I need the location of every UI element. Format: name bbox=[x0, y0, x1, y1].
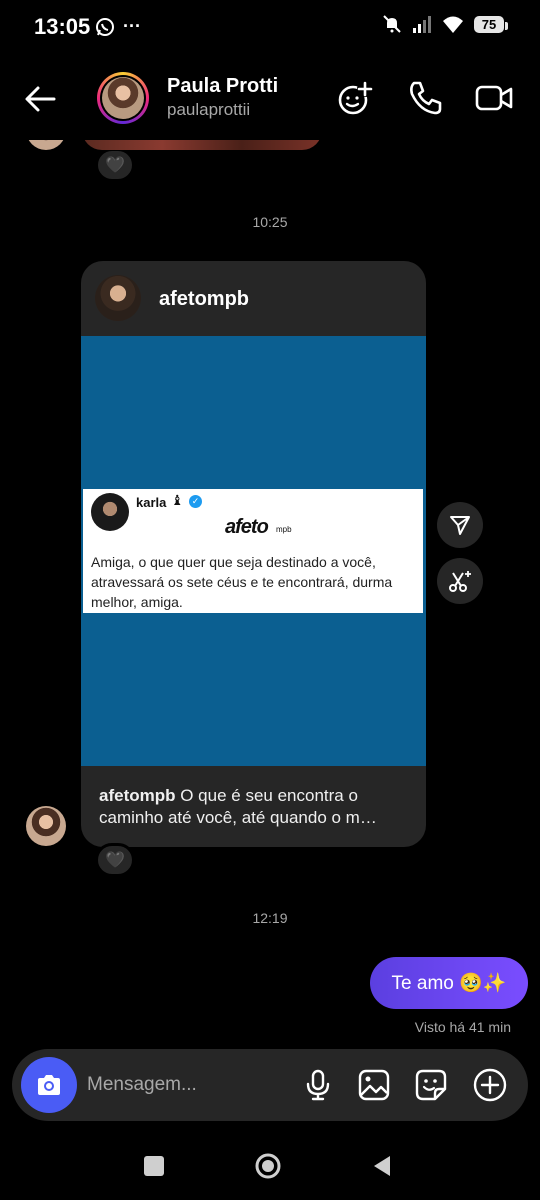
post-author-avatar[interactable] bbox=[95, 275, 141, 321]
message-composer bbox=[12, 1049, 528, 1121]
timestamp: 10:25 bbox=[252, 214, 288, 230]
chat-header: Paula Protti paulaprottii bbox=[0, 56, 540, 140]
sender-avatar[interactable] bbox=[26, 806, 66, 846]
sticker-icon[interactable] bbox=[413, 1067, 449, 1103]
camera-icon bbox=[38, 1075, 60, 1095]
black-heart-icon: 🖤 bbox=[105, 157, 125, 174]
gallery-icon[interactable] bbox=[356, 1067, 392, 1103]
sent-message-text: Te amo 🥹✨ bbox=[391, 973, 507, 994]
phone-icon[interactable] bbox=[405, 78, 445, 118]
camera-button[interactable] bbox=[21, 1057, 77, 1113]
scissors-sparkle-icon bbox=[449, 571, 471, 592]
mute-icon bbox=[383, 15, 401, 33]
contact-name[interactable]: Paula Protti bbox=[167, 75, 278, 98]
plus-circle-icon[interactable] bbox=[472, 1067, 508, 1103]
post-image[interactable]: karla ♝ ✓ afeto mpb Amiga, o que quer qu… bbox=[81, 336, 426, 766]
tweet-screenshot: karla ♝ ✓ afeto mpb Amiga, o que quer qu… bbox=[83, 489, 423, 613]
verified-badge-icon: ✓ bbox=[189, 495, 202, 508]
status-system-icons: 75 bbox=[382, 14, 508, 34]
send-icon bbox=[450, 516, 470, 535]
afeto-logo: afeto bbox=[225, 516, 269, 538]
video-call-icon[interactable] bbox=[474, 78, 514, 118]
status-notifications: ··· bbox=[95, 16, 141, 37]
tweet-author-name: karla bbox=[136, 495, 167, 510]
timestamp: 12:19 bbox=[252, 910, 288, 926]
whatsapp-icon bbox=[96, 17, 114, 36]
group-add-icon[interactable] bbox=[336, 78, 376, 118]
black-heart-icon: 🖤 bbox=[105, 852, 125, 869]
microphone-icon[interactable] bbox=[300, 1067, 336, 1103]
shared-post-card[interactable]: afetompb karla ♝ ✓ afeto mpb Amiga, o qu… bbox=[81, 261, 426, 847]
remix-button[interactable] bbox=[437, 558, 483, 604]
status-time: 13:05 bbox=[34, 14, 91, 39]
back-nav-icon[interactable] bbox=[370, 1154, 394, 1178]
contact-avatar[interactable] bbox=[97, 72, 149, 124]
caption-author: afetompb bbox=[99, 786, 176, 805]
post-caption[interactable]: afetompb O que é seu encontra o caminho … bbox=[99, 785, 411, 829]
system-navigation-bar bbox=[0, 1136, 540, 1200]
afeto-logo-sub: mpb bbox=[276, 525, 292, 534]
tweet-text: Amiga, o que quer que seja destinado a v… bbox=[91, 554, 393, 610]
contact-username[interactable]: paulaprottii bbox=[167, 100, 250, 120]
post-author-name[interactable]: afetompb bbox=[159, 288, 249, 311]
seen-status: Visto há 41 min bbox=[414, 1019, 511, 1035]
chess-bishop-icon: ♝ bbox=[171, 492, 184, 508]
share-button[interactable] bbox=[437, 502, 483, 548]
wifi-icon bbox=[443, 16, 463, 33]
heart-reaction[interactable]: 🖤 bbox=[95, 148, 135, 182]
battery-icon: 75 bbox=[474, 15, 508, 33]
sent-message-bubble[interactable]: Te amo 🥹✨ bbox=[370, 957, 528, 1009]
status-bar: 13:05 ··· 75 bbox=[0, 0, 540, 56]
back-arrow-icon[interactable] bbox=[20, 78, 62, 120]
recents-icon[interactable] bbox=[143, 1155, 165, 1177]
home-icon[interactable] bbox=[254, 1152, 282, 1180]
tweet-avatar bbox=[91, 493, 129, 531]
avatar-photo bbox=[102, 77, 144, 119]
more-notifications-icon: ··· bbox=[123, 16, 141, 36]
signal-icon bbox=[413, 16, 431, 33]
heart-reaction[interactable]: 🖤 bbox=[95, 843, 135, 877]
message-input[interactable] bbox=[87, 1069, 287, 1101]
